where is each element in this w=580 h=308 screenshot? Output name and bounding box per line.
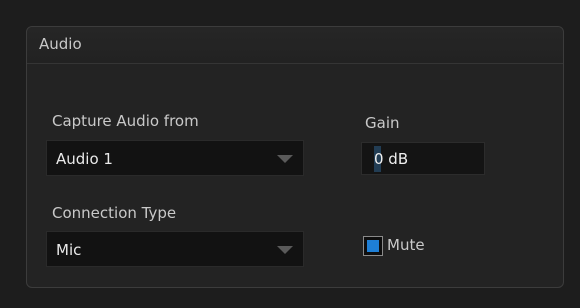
connection-type-label: Connection Type: [52, 204, 177, 222]
panel-title: Audio: [39, 35, 82, 53]
capture-audio-dropdown[interactable]: Audio 1: [46, 140, 304, 176]
gain-input[interactable]: 0 dB: [361, 142, 485, 175]
gain-label: Gain: [365, 114, 400, 132]
gain-value: 0 dB: [374, 150, 409, 168]
panel-header: Audio: [27, 27, 563, 64]
capture-audio-value: Audio 1: [56, 150, 113, 168]
chevron-down-icon: [277, 155, 293, 163]
connection-type-dropdown[interactable]: Mic: [46, 231, 304, 267]
checkbox-fill: [367, 240, 379, 252]
mute-label: Mute: [387, 236, 425, 254]
checkbox-checked-icon[interactable]: [363, 236, 383, 256]
capture-audio-label: Capture Audio from: [52, 112, 199, 130]
connection-type-value: Mic: [56, 241, 82, 259]
chevron-down-icon: [277, 246, 293, 254]
